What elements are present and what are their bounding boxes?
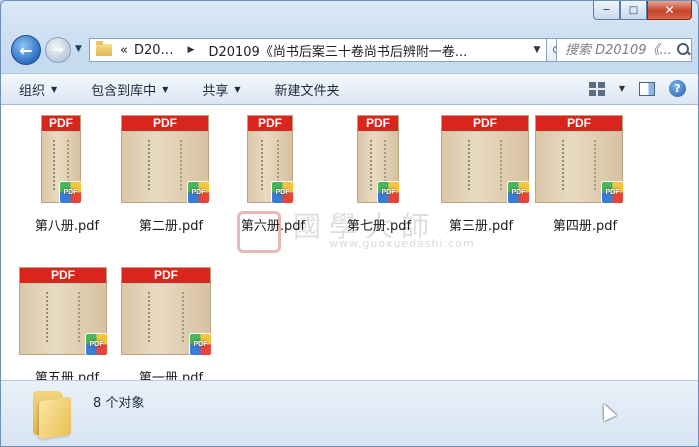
pdf-thumbnail: PDF PDF <box>17 115 117 211</box>
views-icon[interactable] <box>588 81 605 96</box>
breadcrumb-overflow[interactable]: « <box>120 43 128 58</box>
breadcrumb-item-parent[interactable]: D20… <box>134 43 174 58</box>
mouse-cursor-icon <box>597 400 617 422</box>
page-text-columns <box>561 140 597 190</box>
share-label: 共享 <box>202 83 229 99</box>
share-menu[interactable]: 共享 ▼ <box>202 80 240 99</box>
file-item[interactable]: PDF PDF 第六册.pdf <box>223 109 323 235</box>
file-item[interactable]: PDF PDF 第一册.pdf <box>121 261 221 387</box>
maximize-button[interactable]: □ <box>620 1 647 20</box>
pdf-thumbnail: PDF PDF <box>121 115 221 211</box>
file-name: 第六册.pdf <box>240 219 306 234</box>
pdf-app-icon: PDF <box>59 181 82 204</box>
file-item[interactable]: PDF PDF 第二册.pdf <box>121 109 221 235</box>
organize-label: 组织 <box>19 83 46 99</box>
include-library-label: 包含到库中 <box>91 83 157 99</box>
file-name: 第四册.pdf <box>552 219 618 234</box>
address-dropdown-icon[interactable]: ▼ <box>528 45 546 55</box>
pdf-label: PDF <box>122 116 208 131</box>
toolbar-right: ▼ ? <box>588 80 686 97</box>
new-folder-button[interactable]: 新建文件夹 <box>275 80 340 99</box>
new-folder-label: 新建文件夹 <box>274 83 340 99</box>
folder-icon <box>96 41 112 56</box>
explorer-window: ─ □ ✕ ← → ▼ « D20… ▶ D20109《尚书后案三十卷尚书后辨附… <box>0 0 699 447</box>
page-text-columns <box>45 292 81 342</box>
details-pane: 8 个对象 <box>1 380 698 446</box>
file-name: 第三册.pdf <box>448 219 514 234</box>
forward-button[interactable]: → <box>45 37 71 63</box>
help-icon[interactable]: ? <box>669 80 686 97</box>
include-library-menu[interactable]: 包含到库中 ▼ <box>91 80 168 99</box>
pdf-label: PDF <box>358 116 398 131</box>
pdf-app-icon: PDF <box>601 181 624 204</box>
caption-buttons: ─ □ ✕ <box>593 1 692 20</box>
pdf-app-icon: PDF <box>507 181 530 204</box>
close-button[interactable]: ✕ <box>647 1 692 20</box>
pdf-app-icon: PDF <box>187 181 210 204</box>
chevron-down-icon: ▼ <box>234 84 241 94</box>
chevron-down-icon: ▼ <box>51 84 58 94</box>
page-text-columns <box>147 140 183 190</box>
pdf-thumbnail: PDF PDF <box>121 267 221 363</box>
chevron-down-icon: ▼ <box>162 84 169 94</box>
recent-pages-dropdown[interactable]: ▼ <box>75 44 82 54</box>
pdf-label: PDF <box>122 268 210 283</box>
file-item[interactable]: PDF PDF 第八册.pdf <box>17 109 117 235</box>
pdf-app-icon: PDF <box>189 333 212 356</box>
pdf-label: PDF <box>442 116 528 131</box>
file-item[interactable]: PDF PDF 第七册.pdf <box>329 109 429 235</box>
pdf-label: PDF <box>248 116 292 131</box>
breadcrumb: « D20… ▶ D20109《尚书后案三十卷尚书后辨附一卷... <box>120 41 467 60</box>
pdf-thumbnail: PDF PDF <box>431 115 531 211</box>
breadcrumb-item-current[interactable]: D20109《尚书后案三十卷尚书后辨附一卷... <box>208 41 467 60</box>
pdf-label: PDF <box>20 268 106 283</box>
pdf-thumbnail: PDF PDF <box>329 115 429 211</box>
preview-pane-icon[interactable] <box>639 81 655 96</box>
address-row: ← → ▼ « D20… ▶ D20109《尚书后案三十卷尚书后辨附一卷... … <box>9 35 692 65</box>
organize-menu[interactable]: 组织 ▼ <box>19 80 57 99</box>
page-text-columns <box>467 140 503 190</box>
back-button[interactable]: ← <box>11 35 41 65</box>
pdf-thumbnail: PDF PDF <box>17 267 117 363</box>
file-item[interactable]: PDF PDF 第四册.pdf <box>535 109 635 235</box>
pdf-app-icon: PDF <box>85 333 108 356</box>
search-input[interactable] <box>565 42 673 58</box>
pdf-label: PDF <box>42 116 80 131</box>
minimize-button[interactable]: ─ <box>593 1 620 20</box>
chevron-right-icon[interactable]: ▶ <box>188 45 195 55</box>
file-list[interactable]: 國學大師 www.guoxuedashi.com PDF PDF 第八册.pdf PD… <box>1 105 698 386</box>
views-dropdown-icon[interactable]: ▼ <box>619 84 625 93</box>
address-bar[interactable]: « D20… ▶ D20109《尚书后案三十卷尚书后辨附一卷... ▼ <box>89 38 547 62</box>
folder-icon <box>29 391 73 440</box>
file-grid: PDF PDF 第八册.pdf PDF PDF 第二册.pdf PDF PDF 第六册.pdf P… <box>1 105 698 386</box>
file-item[interactable]: PDF PDF 第五册.pdf <box>17 261 117 387</box>
file-item[interactable]: PDF PDF 第三册.pdf <box>431 109 531 235</box>
pdf-thumbnail: PDF PDF <box>535 115 635 211</box>
search-field[interactable] <box>556 38 692 62</box>
command-bar: 组织 ▼ 包含到库中 ▼ 共享 ▼ 新建文件夹 ▼ ? <box>1 73 698 105</box>
item-count: 8 个对象 <box>93 396 145 411</box>
pdf-label: PDF <box>536 116 622 131</box>
page-text-columns <box>148 292 184 342</box>
pdf-app-icon: PDF <box>271 181 294 204</box>
pdf-app-icon: PDF <box>377 181 400 204</box>
search-icon[interactable] <box>677 43 691 57</box>
file-name: 第八册.pdf <box>34 219 100 234</box>
pdf-thumbnail: PDF PDF <box>223 115 323 211</box>
